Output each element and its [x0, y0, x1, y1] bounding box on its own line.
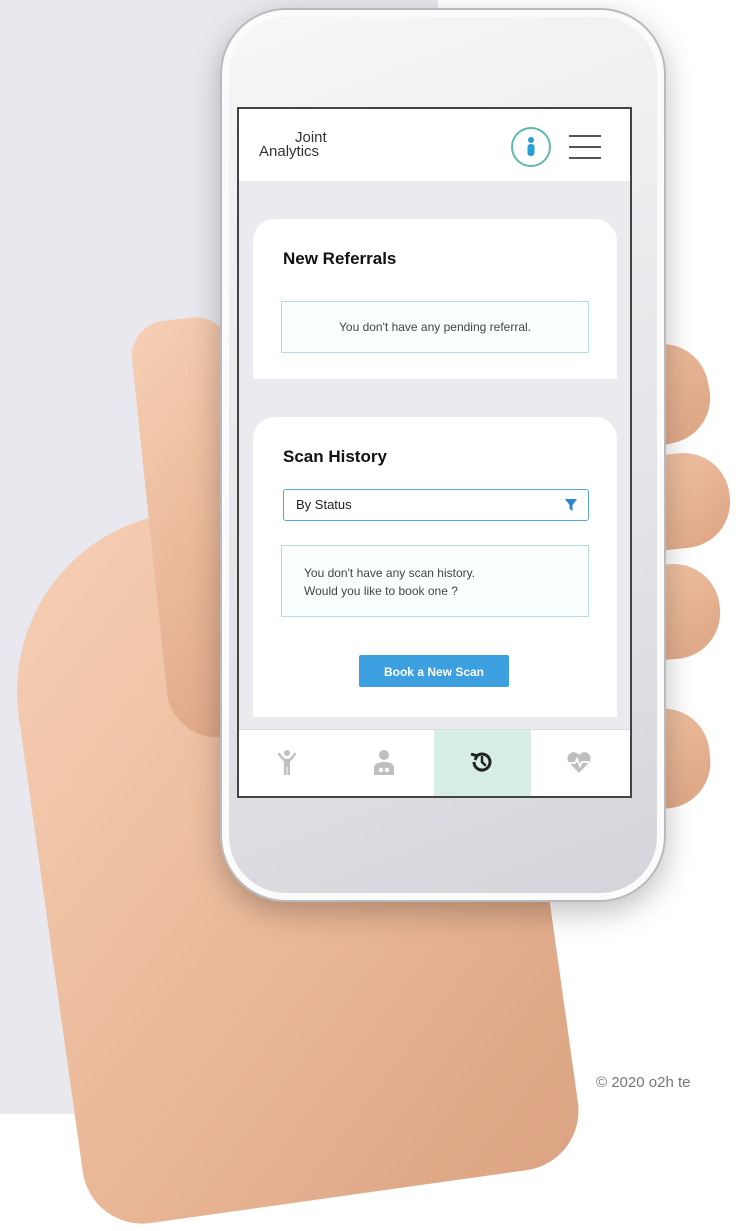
nav-item-doctor[interactable] — [336, 730, 433, 796]
no-history-line2: Would you like to book one ? — [304, 584, 458, 598]
filter-icon — [565, 499, 577, 511]
person-info-icon[interactable] — [511, 127, 551, 167]
book-new-scan-button[interactable]: Book a New Scan — [359, 655, 509, 687]
no-history-message: You don't have any scan history. Would y… — [281, 545, 589, 617]
history-icon — [470, 752, 492, 772]
hamburger-menu-icon[interactable] — [569, 135, 601, 159]
nav-item-exercise[interactable] — [239, 730, 336, 796]
app-header: Joint Analytics — [239, 109, 630, 181]
copyright-text: © 2020 o2h te — [596, 1074, 691, 1091]
phone-screen: Joint Analytics New Referrals You don't … — [237, 107, 632, 798]
no-history-line1: You don't have any scan history. — [304, 566, 476, 580]
status-filter-select[interactable]: By Status — [283, 489, 589, 521]
heartbeat-icon — [567, 752, 591, 773]
doctor-icon — [374, 750, 394, 775]
nav-item-history[interactable] — [434, 730, 531, 796]
scan-history-title: Scan History — [283, 447, 387, 466]
no-referrals-message: You don't have any pending referral. — [281, 301, 589, 353]
new-referrals-card: New Referrals You don't have any pending… — [253, 219, 617, 379]
new-referrals-title: New Referrals — [283, 249, 397, 268]
bottom-navigation — [239, 729, 630, 796]
person-stretch-icon — [277, 750, 297, 775]
logo-text-line2: Analytics — [259, 143, 320, 160]
app-logo[interactable]: Joint Analytics — [259, 130, 349, 167]
scan-history-card: Scan History By Status You don't have an… — [253, 417, 617, 717]
nav-item-health[interactable] — [531, 730, 628, 796]
status-filter-value: By Status — [296, 497, 352, 512]
